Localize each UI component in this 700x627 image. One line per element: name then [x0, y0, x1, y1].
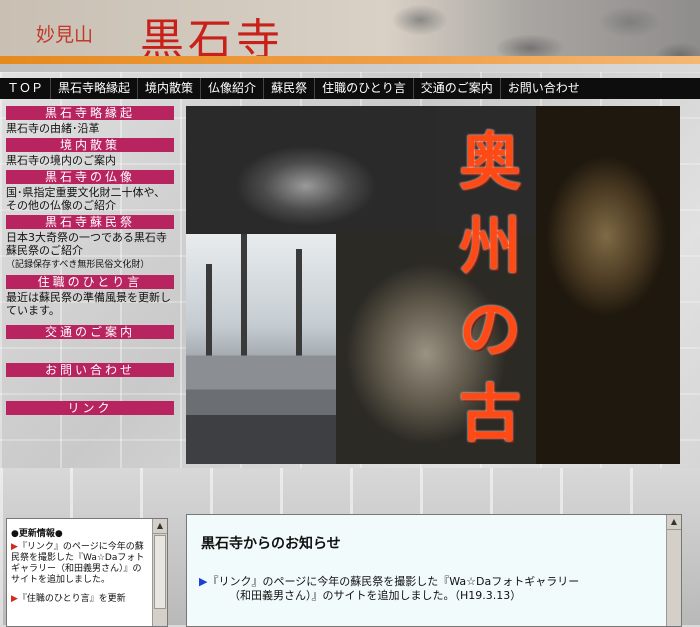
top-navigation: ＴＯＰ 黒石寺略縁起 境内散策 仏像紹介 蘇民祭 住職のひとり言 交通のご案内 …: [0, 78, 700, 99]
hero-collage-image: 奥 州 の 古 刹: [186, 106, 680, 464]
temple-hall-photo: [186, 296, 336, 464]
update-info-panel: ●更新情報● ▶『リンク』のページに今年の蘇民祭を撮影した『Wa☆Daフォトギャ…: [6, 518, 168, 627]
update-scrollbar[interactable]: ▲: [152, 519, 167, 626]
header-accent-bar: [0, 56, 700, 64]
nav-somin-festival[interactable]: 蘇民祭: [264, 78, 316, 99]
news-item-line1: 『リンク』のページに今年の蘇民祭を撮影した『Wa☆Daフォトギャラリー: [207, 575, 580, 588]
nav-contact[interactable]: お問い合わせ: [501, 78, 587, 99]
nav-access[interactable]: 交通のご案内: [414, 78, 501, 99]
scroll-thumb[interactable]: [154, 535, 166, 609]
update-info-content: ●更新情報● ▶『リンク』のページに今年の蘇民祭を撮影した『Wa☆Daフォトギャ…: [11, 529, 145, 605]
update-item[interactable]: ▶『リンク』のページに今年の蘇民祭を撮影した『Wa☆Daフォトギャラリー（和田義…: [11, 542, 145, 586]
nav-buddha-statues[interactable]: 仏像紹介: [201, 78, 265, 99]
festival-desc-text: 日本3大奇祭の一つである黒石寺蘇民祭のご紹介: [6, 231, 167, 257]
hero-char-4: 古: [458, 377, 521, 450]
news-item-line2: （和田義男さん）』のサイトを追加しました。（H19.3.13）: [229, 589, 522, 602]
sidebar-link-links[interactable]: リンク: [6, 401, 174, 415]
sidebar-desc-priest-diary: 最近は蘇民祭の準備風景を更新しています。: [6, 291, 171, 317]
sidebar-desc-grounds: 黒石寺の境内のご案内: [6, 154, 116, 167]
hero-caption: 奥 州 の 古 刹: [430, 120, 550, 464]
hero-char-3: の: [458, 293, 521, 366]
sidebar-link-access[interactable]: 交通のご案内: [6, 325, 174, 339]
update-item[interactable]: ▶『住職のひとり言』を更新: [11, 594, 145, 605]
statue-face-photo: [186, 106, 436, 236]
hero-char-5: 刹: [430, 456, 550, 464]
buddha-statue-photo: [536, 106, 680, 464]
news-item[interactable]: ▶『リンク』のページに今年の蘇民祭を撮影した『Wa☆Daフォトギャラリー （和田…: [199, 575, 659, 603]
scroll-up-icon[interactable]: ▲: [153, 519, 167, 534]
arrow-icon: ▶: [11, 594, 18, 604]
nav-top[interactable]: ＴＯＰ: [0, 78, 52, 99]
hero-char-2: 州: [458, 209, 521, 282]
scroll-up-icon[interactable]: ▲: [667, 515, 681, 530]
sidebar-link-history[interactable]: 黒石寺略縁起: [6, 106, 174, 120]
sidebar-link-grounds[interactable]: 境内散策: [6, 138, 174, 152]
sidebar-link-festival[interactable]: 黒石寺蘇民祭: [6, 215, 174, 229]
arrow-icon: ▶: [11, 542, 18, 552]
sidebar: 黒石寺略縁起 黒石寺の由緒･沿革 境内散策 黒石寺の境内のご案内 黒石寺の仏像 …: [6, 106, 174, 417]
site-subtitle: 妙見山: [36, 24, 94, 46]
news-scrollbar[interactable]: ▲: [666, 515, 681, 626]
header-divider: [0, 64, 700, 72]
update-heading: ●更新情報●: [11, 529, 63, 539]
sidebar-link-statues[interactable]: 黒石寺の仏像: [6, 170, 174, 184]
sidebar-desc-history: 黒石寺の由緒･沿革: [6, 122, 100, 135]
news-title: 黒石寺からのお知らせ: [201, 536, 341, 552]
nav-grounds[interactable]: 境内散策: [138, 78, 202, 99]
update-item-text: 『住職のひとり言』を更新: [17, 594, 126, 604]
nav-priest-diary[interactable]: 住職のひとり言: [315, 78, 414, 99]
update-item-text: 『リンク』のページに今年の蘇民祭を撮影した『Wa☆Daフォトギャラリー（和田義男…: [11, 542, 145, 585]
festival-desc-note: （記録保存すべき無形民俗文化財）: [6, 260, 150, 270]
sidebar-link-priest-diary[interactable]: 住職のひとり言: [6, 275, 174, 289]
hero-char-1: 奥: [458, 125, 521, 198]
sidebar-desc-festival: 日本3大奇祭の一つである黒石寺蘇民祭のご紹介 （記録保存すべき無形民俗文化財）: [6, 231, 174, 272]
news-panel: 黒石寺からのお知らせ ▶『リンク』のページに今年の蘇民祭を撮影した『Wa☆Daフ…: [186, 514, 682, 627]
sidebar-link-contact[interactable]: お問い合わせ: [6, 363, 174, 377]
sidebar-desc-statues: 国･県指定重要文化財二十体や、その他の仏像のご紹介: [6, 186, 166, 212]
nav-history[interactable]: 黒石寺略縁起: [51, 78, 139, 99]
